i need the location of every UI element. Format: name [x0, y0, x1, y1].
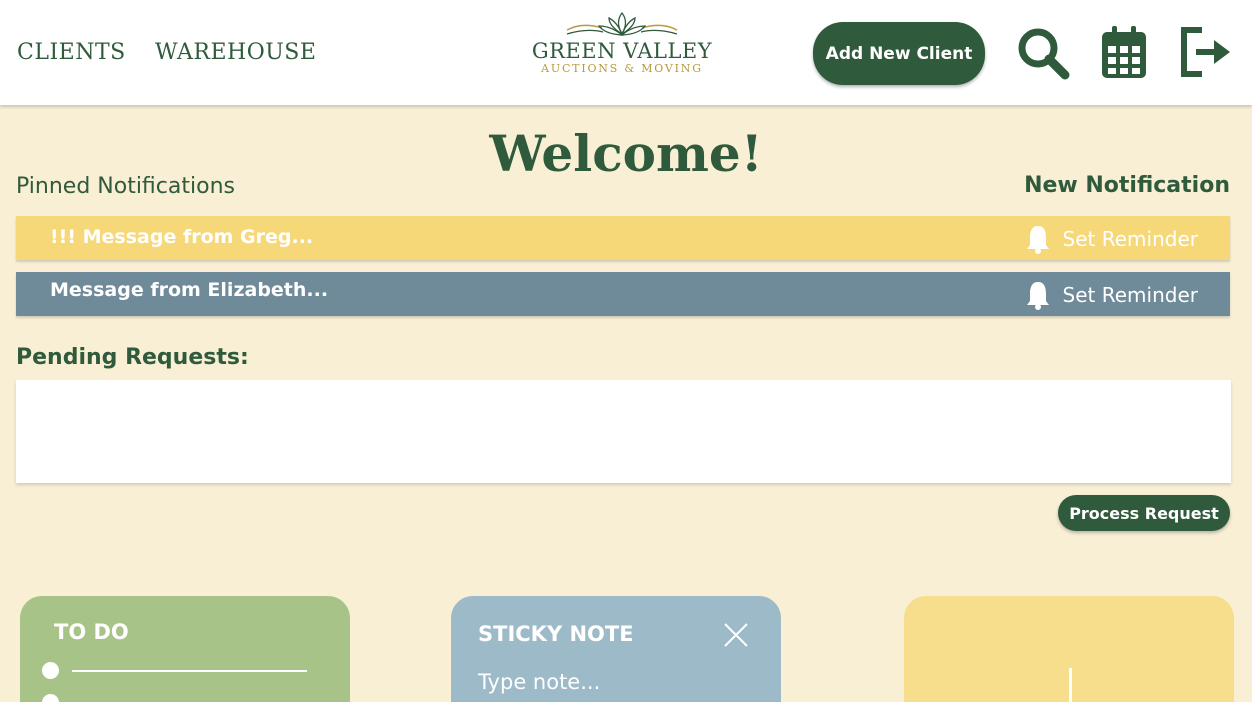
notification-elizabeth[interactable]: Message from Elizabeth... Set Reminder	[16, 272, 1230, 316]
bullet-icon	[42, 694, 59, 702]
pending-requests-label: Pending Requests:	[16, 345, 249, 370]
set-reminder-label: Set Reminder	[1062, 283, 1198, 307]
todo-item-line	[72, 670, 307, 672]
sticky-note-input[interactable]: Type note...	[478, 670, 600, 694]
lotus-ornament-icon	[566, 11, 678, 36]
new-notification-link[interactable]: New Notification	[1024, 173, 1230, 198]
close-icon[interactable]	[723, 622, 749, 652]
green-valley-logo[interactable]: GREEN VALLEY AUCTIONS & MOVING	[530, 10, 714, 85]
bell-icon	[1026, 226, 1049, 254]
nav-warehouse-link[interactable]: WAREHOUSE	[155, 40, 316, 65]
pinned-notifications-label: Pinned Notifications	[16, 174, 235, 199]
todo-card: TO DO	[20, 596, 350, 702]
todo-item[interactable]	[42, 692, 312, 702]
notification-text: Message from Elizabeth...	[50, 279, 329, 301]
set-reminder-button[interactable]: Set Reminder	[1025, 224, 1198, 254]
todo-title: TO DO	[54, 620, 129, 644]
sticky-note-card: STICKY NOTE Type note...	[451, 596, 781, 702]
text-cursor	[1069, 668, 1072, 702]
pending-requests-list[interactable]	[16, 380, 1231, 483]
set-reminder-label: Set Reminder	[1062, 227, 1198, 251]
add-new-client-button[interactable]: Add New Client	[813, 22, 985, 85]
calendar-icon[interactable]	[1100, 26, 1148, 84]
todo-item[interactable]	[42, 660, 312, 680]
bell-icon	[1026, 282, 1049, 310]
logout-icon[interactable]	[1178, 26, 1234, 82]
set-reminder-button[interactable]: Set Reminder	[1025, 280, 1198, 310]
top-navigation-bar: CLIENTS WAREHOUSE GREEN VALLEY AUCTIONS …	[0, 0, 1252, 105]
process-request-button[interactable]: Process Request	[1058, 495, 1230, 531]
nav-clients-link[interactable]: CLIENTS	[17, 40, 126, 65]
search-icon[interactable]	[1016, 26, 1072, 86]
note-card[interactable]	[904, 596, 1234, 702]
logo-title: GREEN VALLEY	[531, 39, 713, 63]
notification-text: !!! Message from Greg...	[50, 226, 314, 248]
logo-subtitle: AUCTIONS & MOVING	[541, 62, 703, 75]
sticky-note-title: STICKY NOTE	[478, 622, 634, 646]
bullet-icon	[42, 662, 59, 679]
notification-greg[interactable]: !!! Message from Greg... Set Reminder	[16, 216, 1230, 260]
